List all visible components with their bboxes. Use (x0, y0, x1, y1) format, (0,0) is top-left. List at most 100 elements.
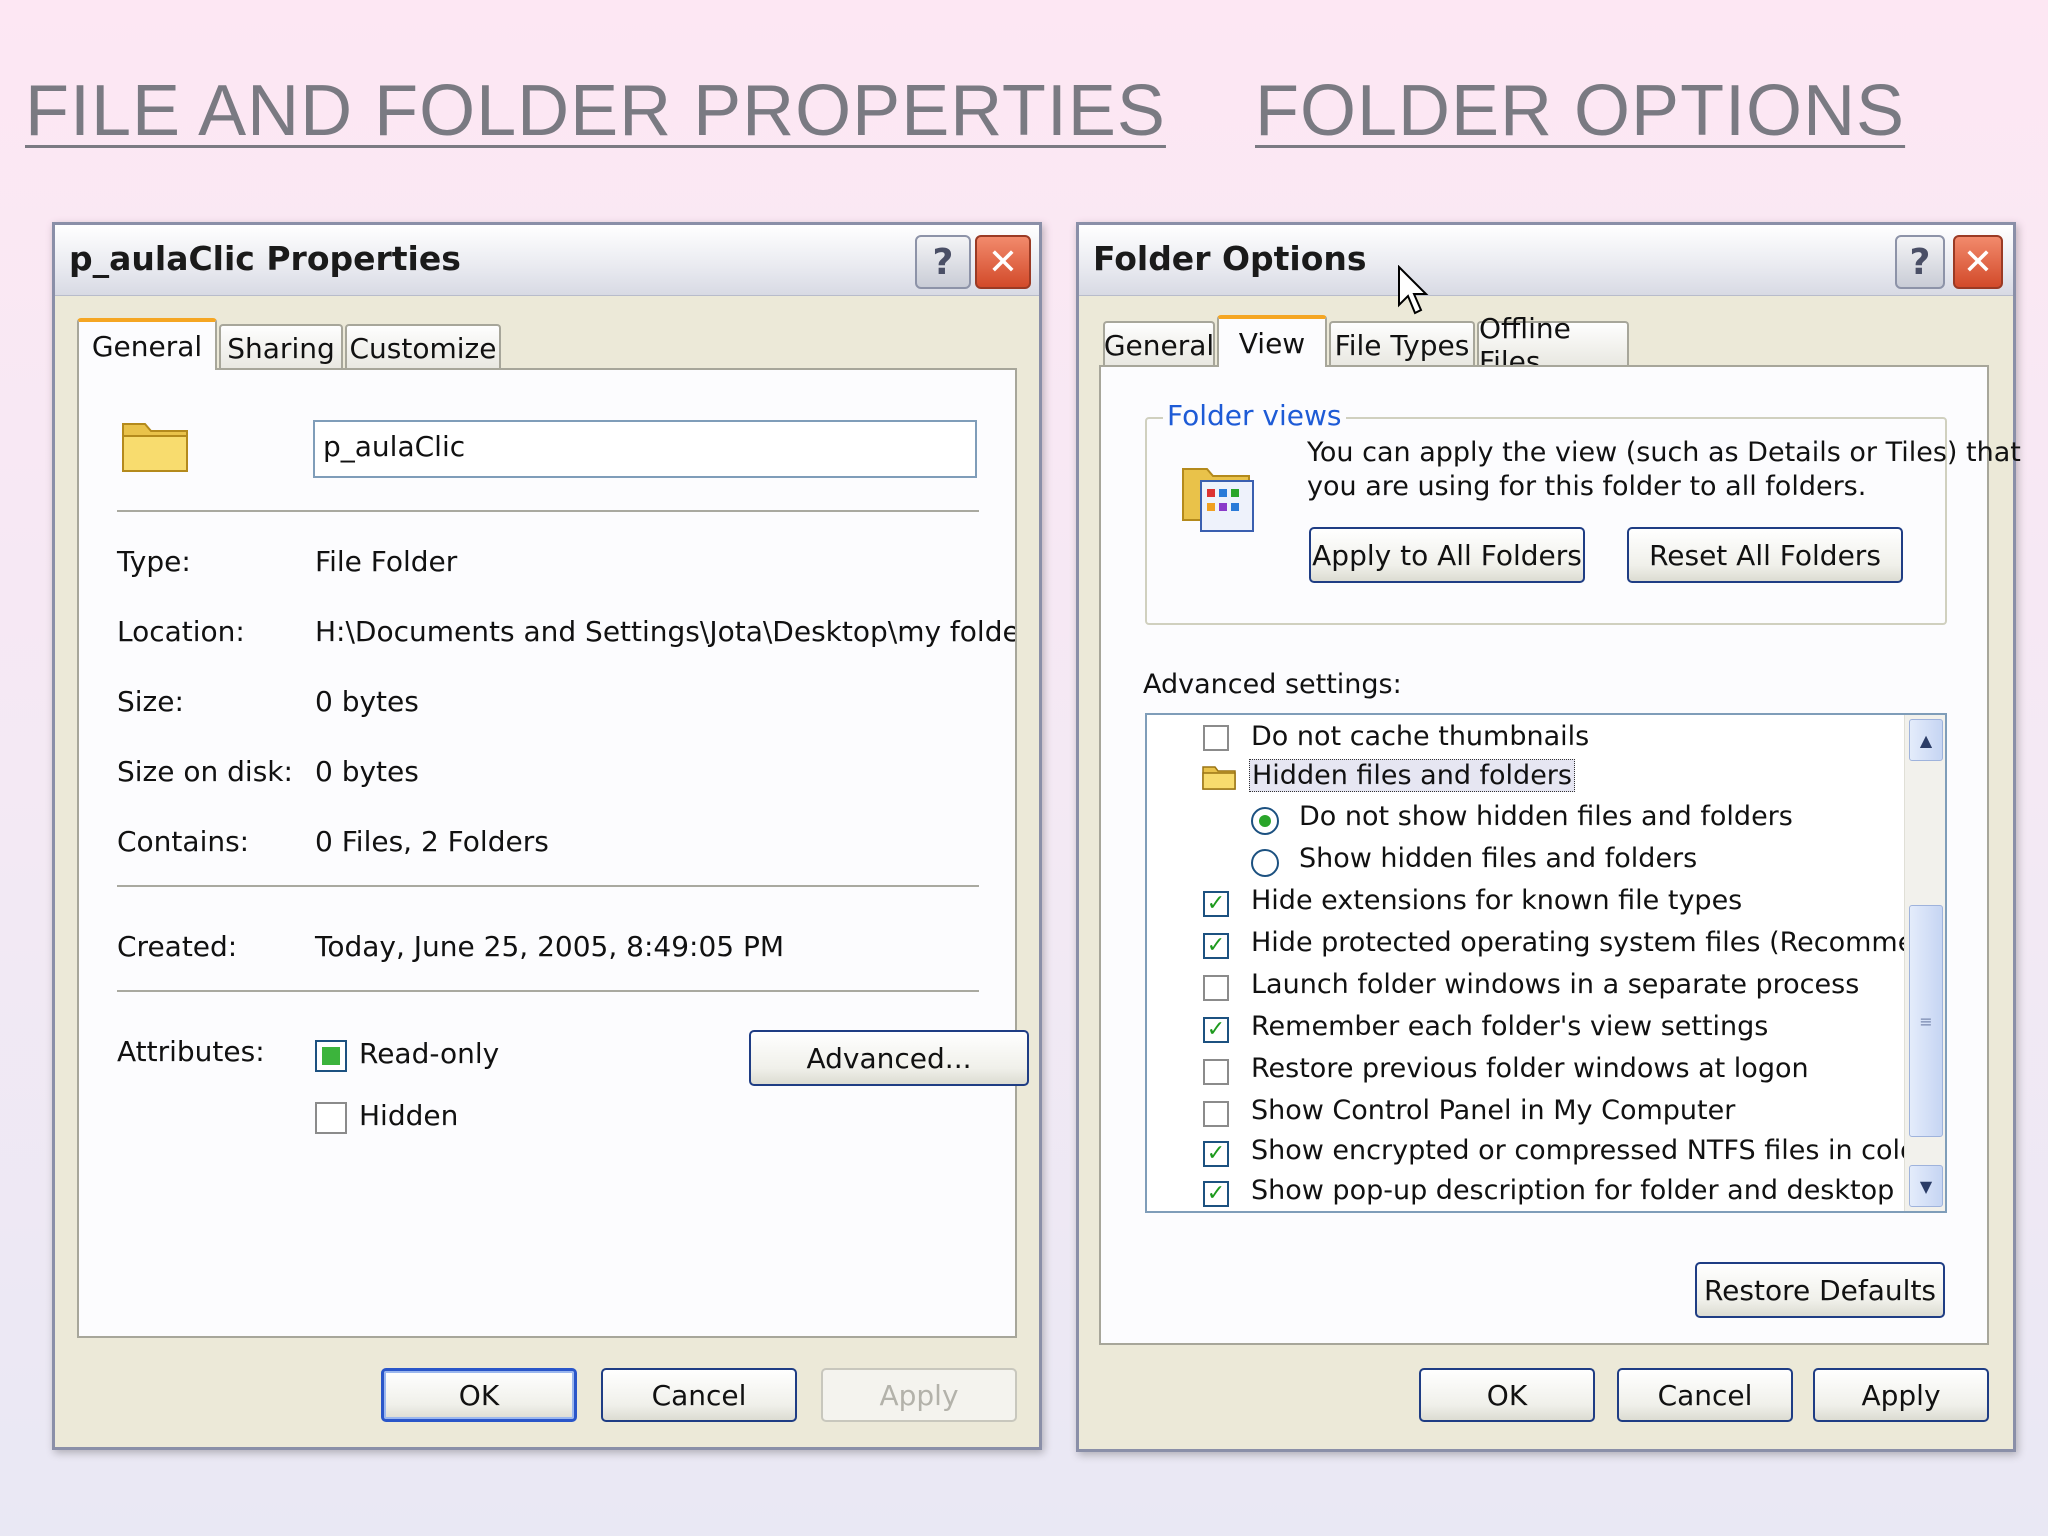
size-on-disk-label: Size on disk: (117, 755, 293, 788)
general-panel: p_aulaClic Type: File Folder Location: H… (77, 368, 1029, 1338)
scrollbar[interactable]: ▲ ≡ ▼ (1904, 715, 1945, 1211)
tab-general[interactable]: General (77, 318, 217, 370)
setting-label-4: Hide extensions for known file types (1251, 885, 1743, 916)
reset-all-folders-button[interactable]: Reset All Folders (1627, 527, 1903, 583)
setting-checkbox-4[interactable]: ✓ (1203, 891, 1229, 917)
tab-file-types[interactable]: File Types (1329, 321, 1475, 367)
tab-sharing[interactable]: Sharing (219, 324, 343, 370)
setting-label-7: Remember each folder's view settings (1251, 1011, 1769, 1042)
setting-checkbox-6[interactable] (1203, 975, 1229, 1001)
cancel-button[interactable]: Cancel (601, 1368, 797, 1422)
check-icon: ✓ (1206, 933, 1226, 958)
cancel-label: Cancel (1657, 1378, 1753, 1412)
advanced-button-label: Advanced... (806, 1041, 972, 1075)
indeterminate-mark (322, 1047, 340, 1065)
separator-3 (117, 990, 979, 992)
tab-general[interactable]: General (1103, 321, 1215, 367)
folder-views-description-1: You can apply the view (such as Details … (1307, 437, 2021, 468)
setting-label-3: Show hidden files and folders (1299, 843, 1698, 874)
properties-titlebar[interactable]: p_aulaClic Properties ? ✕ (55, 225, 1039, 296)
size-on-disk-value: 0 bytes (315, 755, 419, 788)
help-button[interactable]: ? (915, 235, 971, 289)
cancel-label: Cancel (651, 1378, 747, 1412)
setting-checkbox-11[interactable]: ✓ (1203, 1181, 1229, 1207)
readonly-checkbox[interactable] (315, 1040, 347, 1072)
folder-icon (122, 423, 188, 472)
tab-customize[interactable]: Customize (345, 324, 501, 370)
apply-label: Apply (879, 1378, 959, 1412)
setting-radio-2[interactable] (1251, 807, 1279, 835)
check-icon: ✓ (1206, 1141, 1226, 1166)
help-icon: ? (1909, 241, 1931, 283)
setting-label-1[interactable]: Hidden files and folders (1249, 759, 1575, 792)
ok-label: OK (458, 1378, 500, 1412)
apply-label: Apply (1861, 1378, 1941, 1412)
advanced-settings-label: Advanced settings: (1143, 669, 1402, 700)
folder-views-icon (1182, 468, 1254, 532)
view-panel: Folder views You can apply the view (suc… (1099, 365, 2021, 1345)
close-button[interactable]: ✕ (1953, 235, 2003, 289)
folder-options-window: Folder Options ? ✕ General View File Typ… (1076, 222, 2021, 1452)
scroll-thumb[interactable]: ≡ (1909, 905, 1943, 1137)
scroll-up-button[interactable]: ▲ (1909, 719, 1943, 761)
apply-button[interactable]: Apply (821, 1368, 1017, 1422)
setting-label-6: Launch folder windows in a separate proc… (1251, 969, 1860, 1000)
setting-label-10: Show encrypted or compressed NTFS files … (1251, 1135, 1928, 1166)
separator-1 (117, 510, 979, 512)
window-title: Folder Options (1093, 239, 1367, 278)
separator-2 (117, 885, 979, 887)
tab-view[interactable]: View (1217, 315, 1327, 367)
apply-to-all-folders-label: Apply to All Folders (1312, 538, 1582, 572)
tab-general-label: General (91, 329, 203, 363)
setting-label-8: Restore previous folder windows at logon (1251, 1053, 1809, 1084)
setting-checkbox-7[interactable]: ✓ (1203, 1017, 1229, 1043)
setting-radio-3[interactable] (1251, 849, 1279, 877)
advanced-button[interactable]: Advanced... (749, 1030, 1029, 1086)
folder-options-titlebar[interactable]: Folder Options ? ✕ (1079, 225, 2013, 296)
size-label: Size: (117, 685, 184, 718)
ok-button[interactable]: OK (381, 1368, 577, 1422)
advanced-settings-list[interactable]: Do not cache thumbnails Hidden files and… (1145, 713, 1947, 1213)
apply-button[interactable]: Apply (1813, 1368, 1989, 1422)
setting-label-11: Show pop-up description for folder and d… (1251, 1175, 1947, 1206)
created-value: Today, June 25, 2005, 8:49:05 PM (315, 930, 785, 963)
contains-label: Contains: (117, 825, 250, 858)
folder-icon (1202, 766, 1236, 790)
created-label: Created: (117, 930, 238, 963)
folder-views-description-2: you are using for this folder to all fol… (1307, 471, 1867, 502)
restore-defaults-button[interactable]: Restore Defaults (1695, 1262, 1945, 1318)
tab-general-label: General (1103, 328, 1215, 362)
hidden-checkbox[interactable] (315, 1102, 347, 1134)
tab-view-label: View (1238, 326, 1306, 360)
setting-checkbox-8[interactable] (1203, 1059, 1229, 1085)
hidden-label: Hidden (359, 1099, 459, 1132)
setting-checkbox-9[interactable] (1203, 1101, 1229, 1127)
check-icon: ✓ (1206, 891, 1226, 916)
contains-value: 0 Files, 2 Folders (315, 825, 549, 858)
folder-name-input[interactable]: p_aulaClic (313, 420, 977, 478)
close-button[interactable]: ✕ (975, 235, 1031, 289)
ok-label: OK (1486, 1378, 1528, 1412)
type-value: File Folder (315, 545, 458, 578)
scroll-down-button[interactable]: ▼ (1909, 1165, 1943, 1207)
setting-checkbox-0[interactable] (1203, 725, 1229, 751)
setting-checkbox-10[interactable]: ✓ (1203, 1141, 1229, 1167)
tab-sharing-label: Sharing (227, 331, 335, 365)
chevron-down-icon: ▼ (1919, 1176, 1933, 1196)
setting-label-5: Hide protected operating system files (R… (1251, 927, 1947, 958)
readonly-label: Read-only (359, 1037, 500, 1070)
location-label: Location: (117, 615, 245, 648)
radio-selected-dot (1259, 815, 1271, 827)
tab-offline-files[interactable]: Offline Files (1477, 312, 1629, 378)
setting-checkbox-5[interactable]: ✓ (1203, 933, 1229, 959)
check-icon: ✓ (1206, 1181, 1226, 1206)
help-button[interactable]: ? (1895, 235, 1945, 289)
setting-label-0: Do not cache thumbnails (1251, 721, 1590, 752)
window-title: p_aulaClic Properties (69, 239, 461, 278)
setting-label-2: Do not show hidden files and folders (1299, 801, 1793, 832)
location-value: H:\Documents and Settings\Jota\Desktop\m… (315, 615, 1015, 648)
cancel-button[interactable]: Cancel (1617, 1368, 1793, 1422)
ok-button[interactable]: OK (1419, 1368, 1595, 1422)
apply-to-all-folders-button[interactable]: Apply to All Folders (1309, 527, 1585, 583)
tab-file-types-label: File Types (1334, 328, 1470, 362)
